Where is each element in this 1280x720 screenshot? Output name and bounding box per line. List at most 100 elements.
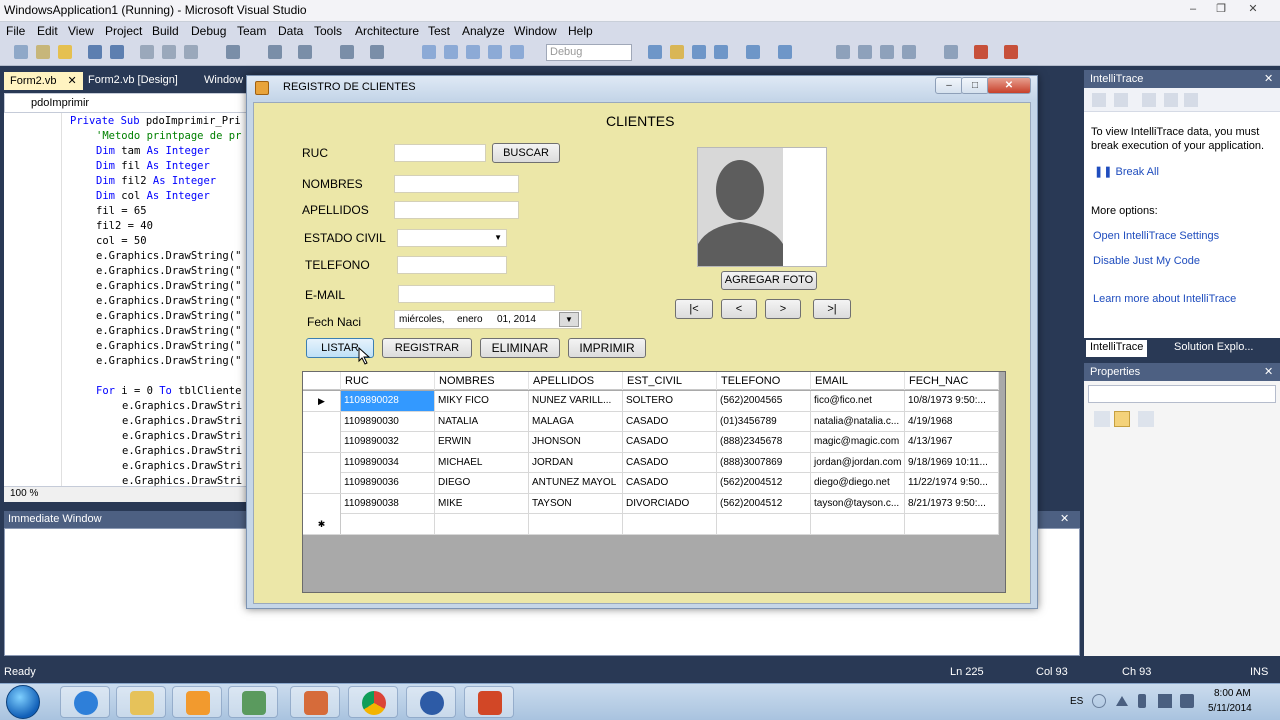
settings-icon[interactable] bbox=[1142, 93, 1156, 107]
menu-edit[interactable]: Edit bbox=[37, 24, 58, 38]
grid-cell[interactable]: CASADO bbox=[623, 411, 717, 432]
form-minimize-button[interactable]: – bbox=[935, 77, 963, 94]
tab-form2-design[interactable]: Form2.vb [Design] bbox=[82, 72, 184, 90]
grid-cell[interactable]: DIVORCIADO bbox=[623, 493, 717, 514]
close-icon[interactable]: ✕ bbox=[1060, 511, 1069, 528]
last-record-button[interactable]: >| bbox=[813, 299, 851, 319]
menu-data[interactable]: Data bbox=[278, 24, 303, 38]
new-project-icon[interactable] bbox=[14, 45, 28, 59]
grid-cell[interactable]: CASADO bbox=[623, 452, 717, 473]
grid-cell[interactable]: MALAGA bbox=[529, 411, 623, 432]
grid-cell[interactable]: 1109890028 bbox=[341, 391, 435, 411]
language-indicator[interactable]: ES bbox=[1070, 696, 1083, 707]
open-icon[interactable] bbox=[1164, 93, 1178, 107]
layout-icon[interactable] bbox=[836, 45, 850, 59]
grid-cell[interactable]: tayson@tayson.c... bbox=[811, 493, 905, 514]
grid-cell[interactable] bbox=[717, 514, 811, 534]
col-header-nombres[interactable]: NOMBRES bbox=[435, 372, 529, 390]
navigate-forward-icon[interactable] bbox=[370, 45, 384, 59]
grid-cell[interactable]: CASADO bbox=[623, 432, 717, 452]
grid-cell[interactable]: 4/13/1967 bbox=[905, 432, 999, 452]
learn-more-link[interactable]: Learn more about IntelliTrace bbox=[1093, 292, 1279, 306]
email-input[interactable] bbox=[398, 285, 555, 303]
eliminar-button[interactable]: ELIMINAR bbox=[480, 338, 560, 358]
first-record-button[interactable]: |< bbox=[675, 299, 713, 319]
grid-cell[interactable]: 9/18/1969 10:11... bbox=[905, 452, 999, 473]
disable-jmc-link[interactable]: Disable Just My Code bbox=[1093, 254, 1279, 268]
next-record-button[interactable]: > bbox=[765, 299, 801, 319]
stop-icon[interactable] bbox=[466, 45, 480, 59]
taskbar-office[interactable] bbox=[464, 686, 514, 718]
exception-icon[interactable] bbox=[1004, 45, 1018, 59]
close-icon[interactable]: ✕ bbox=[1264, 70, 1273, 88]
start-debugging-icon[interactable] bbox=[422, 45, 436, 59]
zoom-level[interactable]: 100 % bbox=[10, 488, 38, 499]
tray-expand-icon[interactable] bbox=[1116, 696, 1128, 706]
step-over-icon[interactable] bbox=[510, 45, 524, 59]
undo-icon[interactable] bbox=[268, 45, 282, 59]
code-editor[interactable]: Private Sub pdoImprimir_Pri 'Metodo print… bbox=[4, 113, 250, 486]
properties-object-combo[interactable] bbox=[1088, 385, 1276, 403]
open-settings-link[interactable]: Open IntelliTrace Settings bbox=[1093, 229, 1279, 243]
grid-cell[interactable]: 4/19/1968 bbox=[905, 411, 999, 432]
grid-cell[interactable]: diego@diego.net bbox=[811, 473, 905, 493]
clientes-grid[interactable]: RUC NOMBRES APELLIDOS EST_CIVIL TELEFONO… bbox=[302, 371, 1006, 593]
navigate-back-icon[interactable] bbox=[340, 45, 354, 59]
open-folder-icon[interactable] bbox=[58, 45, 72, 59]
break-all-link[interactable]: ❚❚ Break All bbox=[1094, 165, 1280, 179]
grid-cell[interactable]: MICHAEL bbox=[435, 452, 529, 473]
grid-cell[interactable]: JHONSON bbox=[529, 432, 623, 452]
vs-close-button[interactable]: ✕ bbox=[1240, 0, 1266, 18]
grid-cell[interactable]: natalia@natalia.c... bbox=[811, 411, 905, 432]
grid-cell[interactable]: SOLTERO bbox=[623, 391, 717, 411]
filter-icon[interactable] bbox=[1114, 93, 1128, 107]
imprimir-button[interactable]: IMPRIMIR bbox=[568, 338, 646, 358]
menu-help[interactable]: Help bbox=[568, 24, 593, 38]
grid-cell[interactable] bbox=[811, 514, 905, 534]
breakpoint-icon[interactable] bbox=[974, 45, 988, 59]
add-item-icon[interactable] bbox=[36, 45, 50, 59]
new-row-icon[interactable]: ✱ bbox=[303, 514, 341, 534]
grid-cell[interactable]: ERWIN bbox=[435, 432, 529, 452]
grid-cell[interactable]: 1109890038 bbox=[341, 493, 435, 514]
grid-cell[interactable]: TAYSON bbox=[529, 493, 623, 514]
form-title-bar[interactable]: REGISTRO DE CLIENTES – □ ✕ bbox=[247, 76, 1037, 100]
grid-cell[interactable]: fico@fico.net bbox=[811, 391, 905, 411]
grid-cell[interactable]: NUNEZ VARILL... bbox=[529, 391, 623, 411]
fech-naci-datepicker[interactable]: miércoles, enero 01, 2014 ▼ bbox=[394, 310, 582, 329]
cut-icon[interactable] bbox=[140, 45, 154, 59]
taskbar-visual-studio[interactable] bbox=[406, 686, 456, 718]
grid-cell[interactable]: jordan@jordan.com bbox=[811, 452, 905, 473]
toolbox-icon[interactable] bbox=[714, 45, 728, 59]
alphabetical-icon[interactable] bbox=[1114, 411, 1130, 427]
tab-window[interactable]: Window bbox=[198, 72, 249, 90]
menu-architecture[interactable]: Architecture bbox=[355, 24, 419, 38]
solution-explorer-icon[interactable] bbox=[648, 45, 662, 59]
registrar-button[interactable]: REGISTRAR bbox=[382, 338, 472, 358]
battery-icon[interactable] bbox=[1138, 694, 1146, 708]
grid-cell[interactable]: 8/21/1973 9:50:... bbox=[905, 493, 999, 514]
taskbar-vs-form[interactable] bbox=[290, 686, 340, 718]
grid-cell[interactable]: (888)2345678 bbox=[717, 432, 811, 452]
solution-config-combo[interactable]: Debug bbox=[546, 44, 632, 61]
tab-intellitrace[interactable]: IntelliTrace bbox=[1086, 340, 1148, 357]
menu-view[interactable]: View bbox=[68, 24, 94, 38]
grid-cell[interactable] bbox=[905, 514, 999, 534]
grid-cell[interactable] bbox=[529, 514, 623, 534]
grid-cell[interactable]: MIKE bbox=[435, 493, 529, 514]
row-header[interactable] bbox=[303, 432, 341, 452]
grid-cell[interactable]: CASADO bbox=[623, 473, 717, 493]
col-header-est-civil[interactable]: EST_CIVIL bbox=[623, 372, 717, 390]
row-header[interactable] bbox=[303, 493, 341, 514]
grid-cell[interactable]: (562)2004512 bbox=[717, 473, 811, 493]
taskbar-ie[interactable] bbox=[60, 686, 110, 718]
clock-time[interactable]: 8:00 AM bbox=[1214, 688, 1251, 699]
copy-icon[interactable] bbox=[162, 45, 176, 59]
menu-test[interactable]: Test bbox=[428, 24, 450, 38]
col-header-fech-nac[interactable]: FECH_NAC bbox=[905, 372, 999, 390]
grid-cell[interactable]: JORDAN bbox=[529, 452, 623, 473]
step-into-icon[interactable] bbox=[488, 45, 502, 59]
vs-restore-button[interactable]: ❐ bbox=[1208, 0, 1234, 18]
new-row[interactable]: ✱ bbox=[303, 514, 999, 535]
align-icon[interactable] bbox=[858, 45, 872, 59]
